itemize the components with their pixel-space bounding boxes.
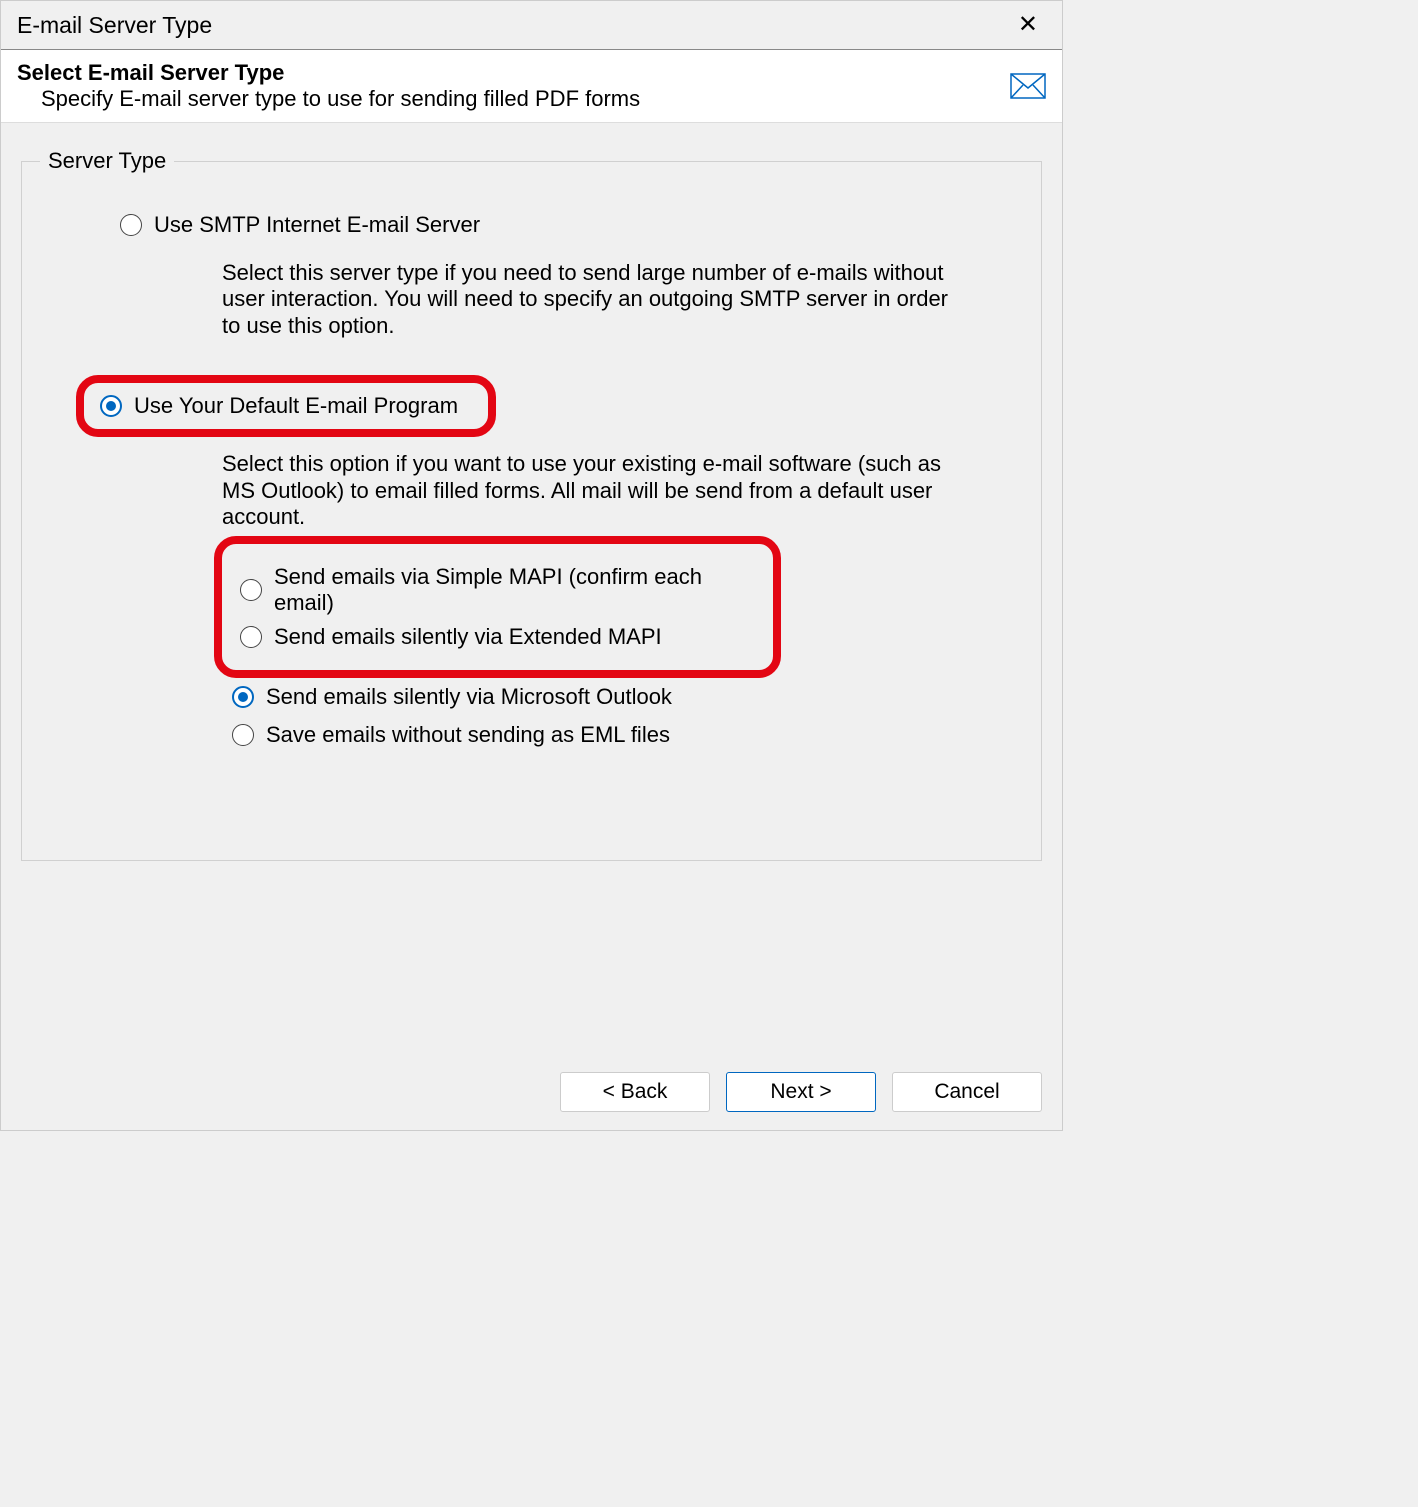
radio-eml[interactable] — [232, 724, 254, 746]
option-smtp[interactable]: Use SMTP Internet E-mail Server — [120, 212, 1001, 238]
radio-outlook[interactable] — [232, 686, 254, 708]
default-label: Use Your Default E-mail Program — [134, 393, 458, 419]
eml-label: Save emails without sending as EML files — [266, 722, 670, 748]
mail-icon — [1010, 73, 1046, 99]
radio-smtp[interactable] — [120, 214, 142, 236]
content-area: Server Type Use SMTP Internet E-mail Ser… — [1, 123, 1062, 1130]
window-title: E-mail Server Type — [17, 12, 212, 39]
server-type-group: Server Type Use SMTP Internet E-mail Ser… — [21, 161, 1042, 861]
default-description: Select this option if you want to use yo… — [222, 451, 971, 530]
option-outlook[interactable]: Send emails silently via Microsoft Outlo… — [232, 684, 1001, 710]
smtp-description: Select this server type if you need to s… — [222, 260, 971, 339]
highlight-default-program: Use Your Default E-mail Program — [76, 375, 496, 437]
wizard-buttons: < Back Next > Cancel — [21, 1072, 1042, 1112]
dialog-window: E-mail Server Type ✕ Select E-mail Serve… — [0, 0, 1063, 1131]
back-button[interactable]: < Back — [560, 1072, 710, 1112]
header-subtitle: Specify E-mail server type to use for se… — [41, 86, 1010, 112]
option-simple-mapi[interactable]: Send emails via Simple MAPI (confirm eac… — [240, 564, 755, 616]
option-default-program[interactable]: Use Your Default E-mail Program — [100, 393, 458, 419]
smtp-label: Use SMTP Internet E-mail Server — [154, 212, 480, 238]
header-title: Select E-mail Server Type — [17, 60, 1010, 86]
radio-extended-mapi[interactable] — [240, 626, 262, 648]
radio-simple-mapi[interactable] — [240, 579, 262, 601]
option-extended-mapi[interactable]: Send emails silently via Extended MAPI — [240, 624, 755, 650]
page-header: Select E-mail Server Type Specify E-mail… — [1, 49, 1062, 123]
option-eml[interactable]: Save emails without sending as EML files — [232, 722, 1001, 748]
highlight-mapi-options: Send emails via Simple MAPI (confirm eac… — [214, 536, 781, 678]
next-button[interactable]: Next > — [726, 1072, 876, 1112]
close-icon[interactable]: ✕ — [1010, 9, 1046, 41]
cancel-button[interactable]: Cancel — [892, 1072, 1042, 1112]
extended-mapi-label: Send emails silently via Extended MAPI — [274, 624, 662, 650]
group-title: Server Type — [40, 148, 174, 174]
titlebar: E-mail Server Type ✕ — [1, 1, 1062, 49]
radio-default-program[interactable] — [100, 395, 122, 417]
outlook-label: Send emails silently via Microsoft Outlo… — [266, 684, 672, 710]
simple-mapi-label: Send emails via Simple MAPI (confirm eac… — [274, 564, 755, 616]
